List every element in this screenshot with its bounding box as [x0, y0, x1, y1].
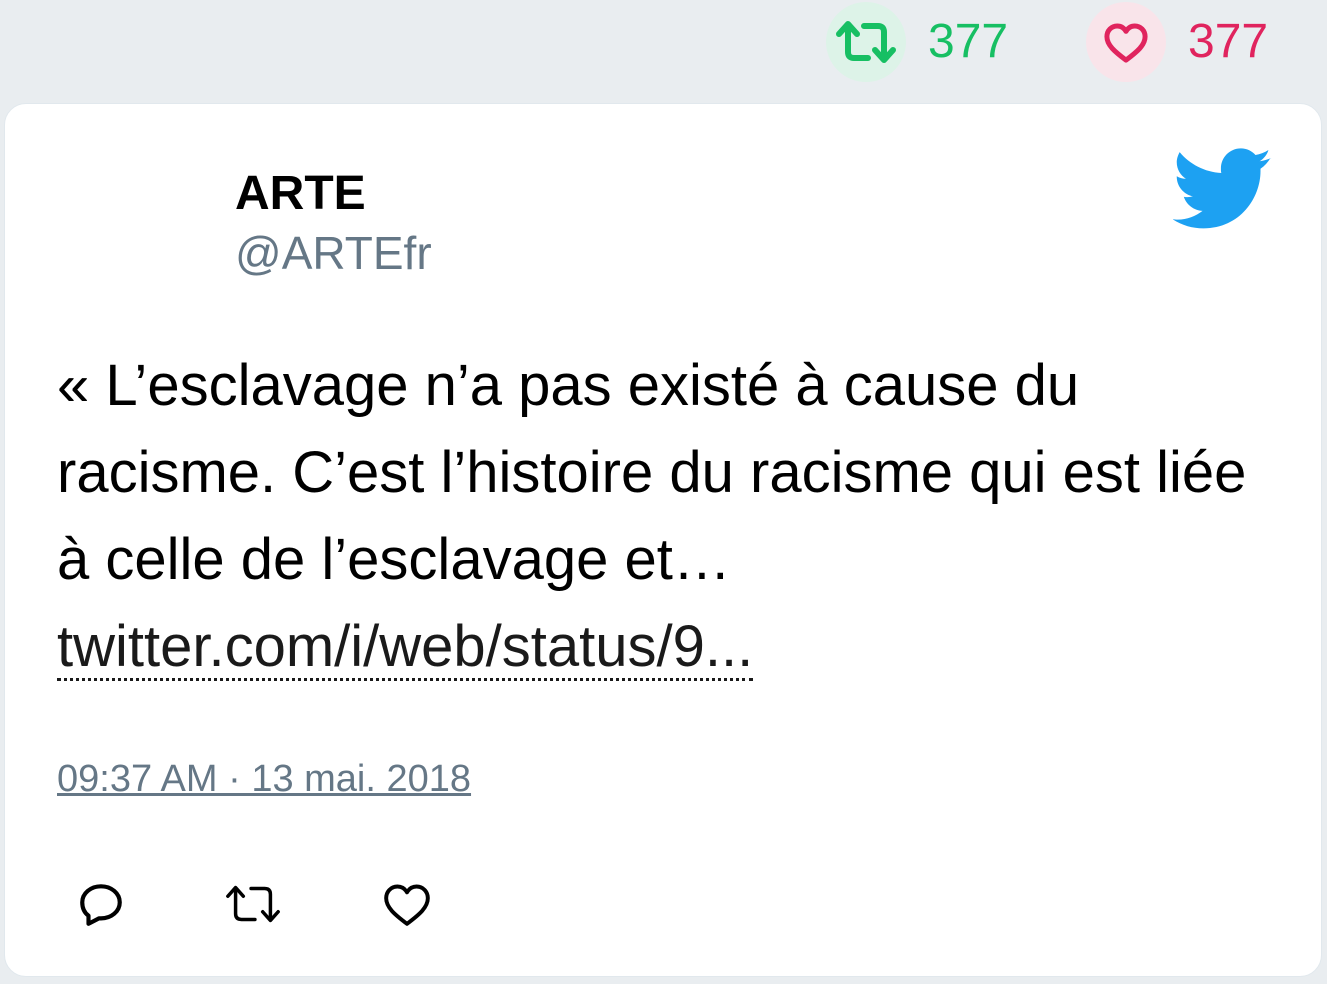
- retweet-icon: [226, 885, 280, 923]
- tweet-timestamp[interactable]: 09:37 AM · 13 mai. 2018: [57, 756, 471, 802]
- retweet-count: 377: [928, 15, 1009, 68]
- author-name[interactable]: ARTE: [235, 166, 366, 222]
- heart-icon: [1104, 23, 1148, 63]
- retweet-button[interactable]: [223, 874, 283, 934]
- retweet-icon: [836, 21, 896, 63]
- tweet-link[interactable]: twitter.com/i/web/status/9...: [57, 616, 754, 681]
- tweet-body: « L’esclavage n’a pas existé à cause du …: [57, 353, 1247, 592]
- like-count: 377: [1188, 15, 1269, 68]
- author-handle[interactable]: @ARTEfr: [235, 226, 432, 280]
- engagement-stats: 377 377: [0, 0, 1327, 100]
- twitter-bird-icon[interactable]: [1173, 148, 1273, 230]
- like-stat-button[interactable]: [1086, 2, 1166, 82]
- heart-icon: [384, 884, 430, 926]
- retweet-stat-button[interactable]: [826, 2, 906, 82]
- tweet-text: « L’esclavage n’a pas existé à cause du …: [57, 342, 1277, 690]
- tweet-card: ARTE @ARTEfr « L’esclavage n’a pas exist…: [4, 103, 1322, 977]
- reply-button[interactable]: [71, 874, 131, 934]
- like-button[interactable]: [377, 874, 437, 934]
- reply-icon: [80, 884, 122, 926]
